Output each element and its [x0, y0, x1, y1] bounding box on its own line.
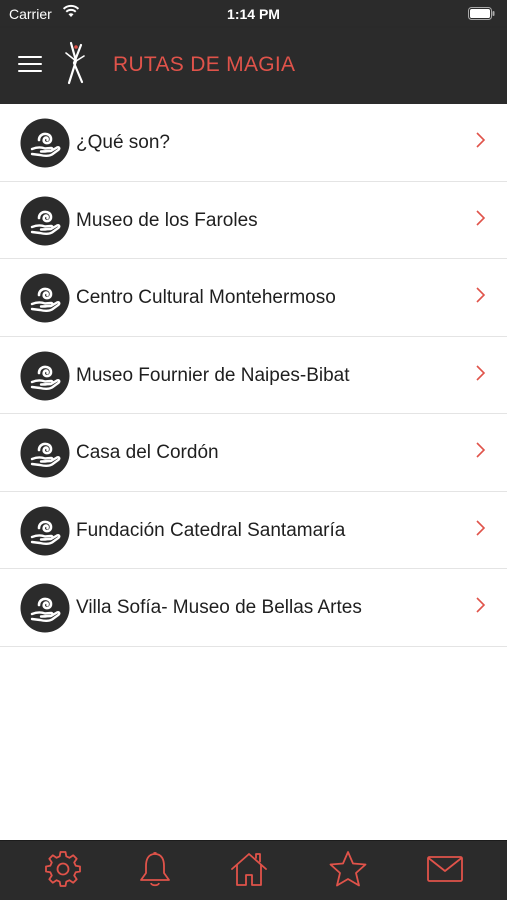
- tab-bar: [0, 840, 507, 900]
- tab-settings[interactable]: [43, 849, 83, 889]
- menu-button[interactable]: [18, 53, 42, 75]
- status-time: 1:14 PM: [227, 6, 280, 22]
- chevron-right-icon: [476, 442, 486, 458]
- status-bar: Carrier 1:14 PM: [0, 0, 507, 28]
- hand-magic-icon: [20, 583, 70, 633]
- screen: Carrier 1:14 PM RUTAS DE MAGIA ¿Qué son?…: [0, 0, 507, 900]
- list-item-label: Centro Cultural Montehermoso: [76, 287, 336, 308]
- bell-icon: [140, 852, 170, 887]
- page-title: RUTAS DE MAGIA: [113, 53, 296, 76]
- list-item[interactable]: Museo de los Faroles: [0, 181, 507, 259]
- list-item-label: Museo Fournier de Naipes-Bibat: [76, 364, 350, 386]
- magician-logo: [65, 41, 85, 85]
- hand-magic-icon: [20, 428, 70, 478]
- list-item-label: Villa Sofía- Museo de Bellas Artes: [76, 597, 362, 618]
- list-item[interactable]: Centro Cultural Montehermoso: [0, 259, 507, 337]
- tab-home[interactable]: [229, 849, 269, 889]
- list-item-label: ¿Qué son?: [76, 132, 170, 153]
- hand-magic-icon: [20, 505, 70, 556]
- list-item-label: Casa del Cordón: [76, 442, 219, 463]
- gear-icon: [45, 851, 81, 887]
- nav-bar: RUTAS DE MAGIA: [0, 28, 507, 104]
- mail-icon: [427, 856, 463, 882]
- list-item[interactable]: Fundación Catedral Santamaría: [0, 491, 507, 569]
- chevron-right-icon: [476, 597, 486, 613]
- list-item[interactable]: Villa Sofía- Museo de Bellas Artes: [0, 569, 507, 647]
- hand-magic-icon: [20, 195, 70, 246]
- list-item[interactable]: Casa del Cordón: [0, 414, 507, 492]
- tab-notifications[interactable]: [135, 849, 175, 889]
- battery-icon: [468, 7, 495, 20]
- route-list: ¿Qué son? Museo de los Faroles Centro Cu…: [0, 104, 507, 647]
- chevron-right-icon: [476, 287, 486, 303]
- chevron-right-icon: [476, 364, 486, 381]
- list-item[interactable]: Museo Fournier de Naipes-Bibat: [0, 336, 507, 414]
- chevron-right-icon: [476, 209, 486, 226]
- tab-favorites[interactable]: [328, 849, 368, 889]
- tab-contact[interactable]: [425, 849, 465, 889]
- list-item-label: Museo de los Faroles: [76, 209, 258, 231]
- chevron-right-icon: [476, 132, 486, 148]
- hand-magic-icon: [20, 350, 70, 401]
- list-item[interactable]: ¿Qué son?: [0, 104, 507, 182]
- hand-magic-icon: [20, 118, 70, 168]
- home-icon: [231, 853, 267, 886]
- chevron-right-icon: [476, 519, 486, 536]
- star-icon: [329, 851, 367, 887]
- hand-magic-icon: [20, 273, 70, 323]
- list-item-label: Fundación Catedral Santamaría: [76, 519, 346, 541]
